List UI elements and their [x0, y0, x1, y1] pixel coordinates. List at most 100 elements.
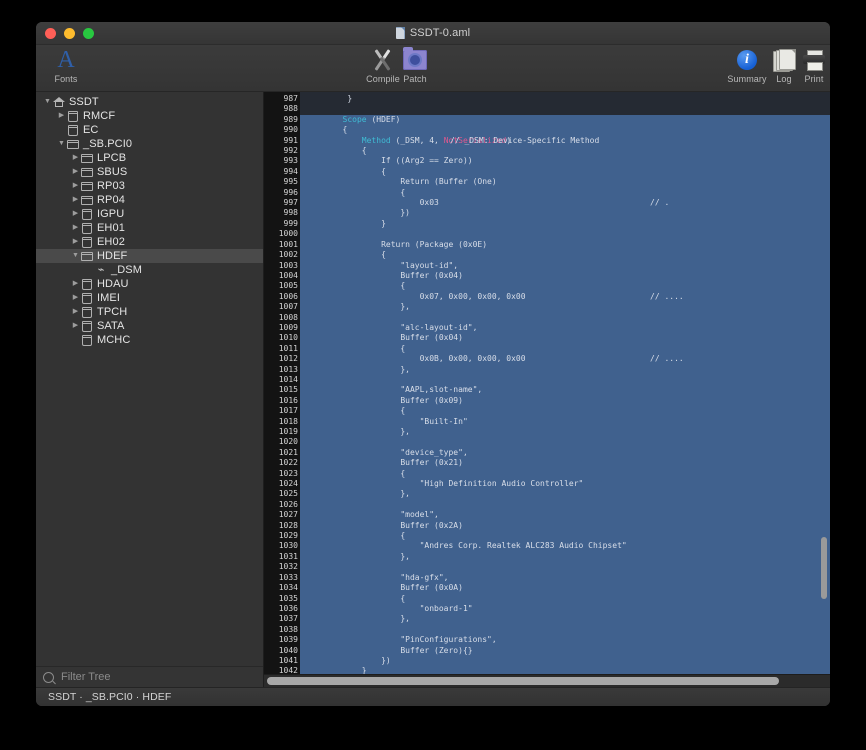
code-line[interactable]: [300, 499, 830, 511]
minimize-button[interactable]: [64, 28, 75, 39]
code-line[interactable]: {: [300, 166, 830, 178]
tree-item-sata[interactable]: ▶ SATA: [36, 319, 263, 333]
code-text[interactable]: } Scope (HDEF) { Method (_DSM, 4, NotSer…: [300, 92, 830, 674]
code-line[interactable]: },: [300, 551, 830, 563]
code-vertical-scrollbar[interactable]: [819, 94, 828, 658]
code-line[interactable]: "layout-id",: [300, 260, 830, 271]
code-line[interactable]: "onboard-1": [300, 603, 830, 615]
chevron-right-icon[interactable]: ▶: [70, 165, 81, 179]
code-line[interactable]: Return (Buffer (One): [300, 177, 830, 188]
tree-item-igpu[interactable]: ▶ IGPU: [36, 207, 263, 221]
code-line[interactable]: "hda-gfx",: [300, 572, 830, 584]
code-line[interactable]: Buffer (0x0A): [300, 583, 830, 594]
code-line[interactable]: }: [300, 218, 830, 230]
tree-item-imei[interactable]: ▶ IMEI: [36, 291, 263, 305]
chevron-right-icon[interactable]: ▶: [70, 179, 81, 193]
code-line[interactable]: If ((Arg2 == Zero)): [300, 156, 830, 167]
chevron-right-icon[interactable]: ▶: [70, 305, 81, 319]
code-line[interactable]: },: [300, 364, 830, 375]
code-line[interactable]: 0x03 // .: [300, 198, 830, 209]
code-line[interactable]: "device_type",: [300, 447, 830, 459]
code-line[interactable]: Buffer (0x21): [300, 458, 830, 469]
code-line[interactable]: "AAPL,slot-name",: [300, 385, 830, 396]
filter-tree-row[interactable]: [36, 666, 263, 687]
chevron-right-icon[interactable]: ▶: [70, 151, 81, 165]
code-line[interactable]: Scope (HDEF): [300, 114, 830, 126]
tree-item-ec[interactable]: ▶ EC: [36, 123, 263, 137]
vertical-scrollbar-thumb[interactable]: [821, 537, 827, 599]
chevron-right-icon[interactable]: ▶: [56, 109, 67, 123]
tree-item-mchc[interactable]: ▶ MCHC: [36, 333, 263, 347]
code-line[interactable]: {: [300, 146, 830, 157]
tree-item-hdef[interactable]: ▼ HDEF: [36, 249, 263, 263]
code-line[interactable]: {: [300, 187, 830, 199]
code-line[interactable]: },: [300, 489, 830, 500]
code-line[interactable]: {: [300, 468, 830, 480]
chevron-right-icon[interactable]: ▶: [70, 207, 81, 221]
close-button[interactable]: [45, 28, 56, 39]
tree-item-eh01[interactable]: ▶ EH01: [36, 221, 263, 235]
chevron-down-icon[interactable]: ▼: [42, 95, 53, 109]
code-line[interactable]: }): [300, 208, 830, 219]
tree-item-sbus[interactable]: ▶ SBUS: [36, 165, 263, 179]
code-line[interactable]: {: [300, 531, 830, 542]
chevron-right-icon[interactable]: ▶: [70, 319, 81, 333]
code-line[interactable]: "Andres Corp. Realtek ALC283 Audio Chips…: [300, 541, 830, 552]
code-line[interactable]: Buffer (Zero){}: [300, 645, 830, 656]
code-line[interactable]: }: [300, 94, 830, 104]
zoom-button[interactable]: [83, 28, 94, 39]
code-line[interactable]: }: [300, 666, 830, 674]
code-line[interactable]: }): [300, 655, 830, 667]
tree-item-hdau[interactable]: ▶ HDAU: [36, 277, 263, 291]
code-line[interactable]: [300, 312, 830, 323]
chevron-right-icon[interactable]: ▶: [70, 277, 81, 291]
code-line[interactable]: [300, 374, 830, 386]
tree-item-rmcf[interactable]: ▶ RMCF: [36, 109, 263, 123]
code-line[interactable]: {: [300, 250, 830, 261]
acpi-tree[interactable]: ▼SSDT▶RMCF▶EC▼_SB.PCI0▶LPCB▶SBUS▶RP03▶RP…: [36, 92, 263, 666]
filter-tree-input[interactable]: [59, 670, 256, 684]
toolbar-button-fonts[interactable]: A Fonts: [40, 47, 92, 84]
horizontal-scrollbar-thumb[interactable]: [267, 677, 779, 685]
chevron-right-icon[interactable]: ▶: [70, 193, 81, 207]
code-line[interactable]: },: [300, 614, 830, 625]
tree-item-eh02[interactable]: ▶ EH02: [36, 235, 263, 249]
code-line[interactable]: {: [300, 343, 830, 355]
code-line[interactable]: {: [300, 406, 830, 417]
code-horizontal-scrollbar[interactable]: [264, 674, 830, 687]
code-line[interactable]: },: [300, 302, 830, 313]
code-line[interactable]: "model",: [300, 510, 830, 521]
toolbar-button-print[interactable]: Print: [788, 47, 830, 84]
tree-item-ssdt[interactable]: ▼ SSDT: [36, 95, 263, 109]
code-line[interactable]: {: [300, 593, 830, 604]
code-line[interactable]: Buffer (0x04): [300, 270, 830, 282]
tree-item-rp03[interactable]: ▶ RP03: [36, 179, 263, 193]
chevron-right-icon[interactable]: ▶: [70, 235, 81, 249]
tree-item-tpch[interactable]: ▶ TPCH: [36, 305, 263, 319]
code-line[interactable]: "alc-layout-id",: [300, 322, 830, 334]
code-line[interactable]: Buffer (0x04): [300, 333, 830, 344]
code-line[interactable]: [300, 229, 830, 240]
code-line[interactable]: 0x0B, 0x00, 0x00, 0x00 // ....: [300, 354, 830, 365]
code-line[interactable]: 0x07, 0x00, 0x00, 0x00 // ....: [300, 291, 830, 303]
chevron-down-icon[interactable]: ▼: [70, 249, 81, 263]
chevron-right-icon[interactable]: ▶: [70, 291, 81, 305]
code-line[interactable]: "PinConfigurations",: [300, 635, 830, 646]
code-line[interactable]: [300, 562, 830, 573]
chevron-down-icon[interactable]: ▼: [56, 137, 67, 151]
code-line[interactable]: Method (_DSM, 4, NotSerialized)// _DSM: …: [300, 135, 830, 147]
tree-item--dsm[interactable]: ▶⌁ _DSM: [36, 263, 263, 277]
code-line[interactable]: Buffer (0x2A): [300, 520, 830, 532]
toolbar-button-patch[interactable]: Patch: [389, 47, 441, 84]
tree-item--sb-pci0[interactable]: ▼ _SB.PCI0: [36, 137, 263, 151]
code-line[interactable]: [300, 104, 830, 114]
code-line[interactable]: [300, 437, 830, 448]
code-line[interactable]: {: [300, 281, 830, 292]
code-line[interactable]: "Built-In": [300, 416, 830, 427]
tree-item-rp04[interactable]: ▶ RP04: [36, 193, 263, 207]
code-area[interactable]: 987 988 989 990 991 992 993 994 995 996 997 998 999 1…: [264, 92, 830, 674]
code-line[interactable]: {: [300, 125, 830, 136]
code-line[interactable]: "High Definition Audio Controller": [300, 479, 830, 490]
code-line[interactable]: Return (Package (0x0E): [300, 239, 830, 251]
code-line[interactable]: Buffer (0x09): [300, 395, 830, 407]
